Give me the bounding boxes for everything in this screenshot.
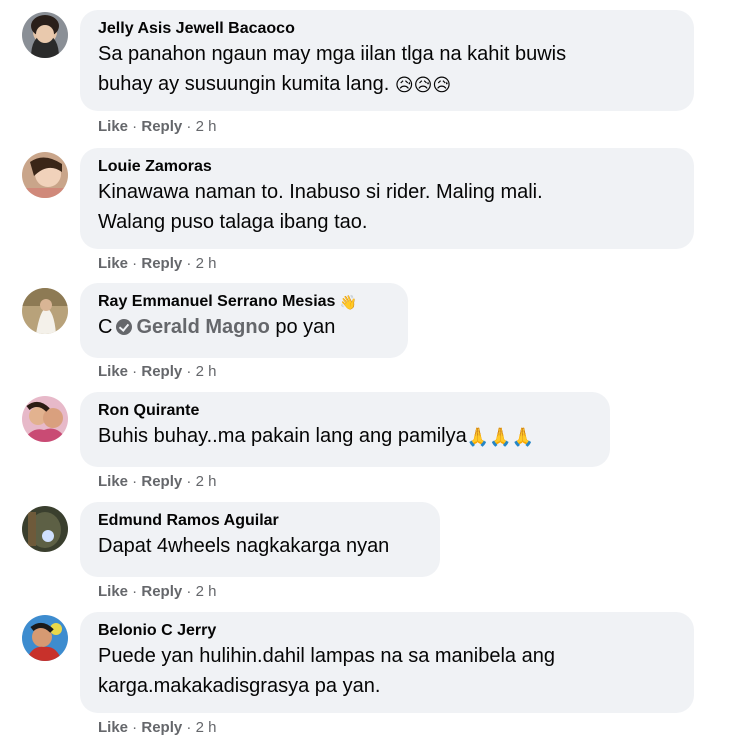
comment-text-line: Walang puso talaga ibang tao.	[98, 211, 368, 233]
like-link[interactable]: Like	[98, 255, 128, 272]
comment-bubble: Ron Quirante Buhis buhay..ma pakain lang…	[80, 392, 610, 467]
comment-text-line: Puede yan hulihin.dahil lampas na sa man…	[98, 645, 555, 667]
like-link[interactable]: Like	[98, 719, 128, 736]
like-link[interactable]: Like	[98, 473, 128, 490]
comment-actions: Like · Reply · 2 h	[98, 473, 217, 490]
comment-author[interactable]: Jelly Asis Jewell Bacaoco	[98, 19, 676, 39]
praying-hands-emoji: 🙏🙏🙏	[466, 427, 534, 447]
comment-bubble: Louie Zamoras Kinawawa naman to. Inabuso…	[80, 148, 694, 249]
reply-link[interactable]: Reply	[141, 473, 182, 490]
comment-author[interactable]: Ron Quirante	[98, 401, 592, 421]
comment-timestamp[interactable]: 2 h	[196, 583, 217, 600]
avatar[interactable]	[22, 506, 68, 552]
like-link[interactable]: Like	[98, 363, 128, 380]
reply-link[interactable]: Reply	[141, 363, 182, 380]
verified-badge-icon	[116, 319, 133, 335]
comment-actions: Like · Reply · 2 h	[98, 719, 217, 736]
comment-timestamp[interactable]: 2 h	[196, 255, 217, 272]
comment-bubble: Jelly Asis Jewell Bacaoco Sa panahon nga…	[80, 10, 694, 111]
waving-hand-icon: 👋	[339, 294, 358, 310]
comment-bubble: Belonio C Jerry Puede yan hulihin.dahil …	[80, 612, 694, 713]
comment-author[interactable]: Belonio C Jerry	[98, 621, 676, 641]
avatar[interactable]	[22, 152, 68, 198]
comment-timestamp[interactable]: 2 h	[196, 363, 217, 380]
comment-timestamp[interactable]: 2 h	[196, 719, 217, 736]
comment-actions: Like · Reply · 2 h	[98, 583, 217, 600]
comment-text-line: Kinawawa naman to. Inabuso si rider. Mal…	[98, 181, 543, 203]
comment-bubble: Ray Emmanuel Serrano Mesias 👋 C Gerald Ma…	[80, 283, 408, 358]
reply-link[interactable]: Reply	[141, 118, 182, 135]
comment-text-line: C Gerald Magno po yan	[98, 316, 336, 338]
avatar[interactable]	[22, 615, 68, 661]
comment-actions: Like · Reply · 2 h	[98, 118, 217, 135]
comment-text-line: Buhis buhay..ma pakain lang ang pamilya🙏…	[98, 425, 534, 447]
comment-actions: Like · Reply · 2 h	[98, 255, 217, 272]
comment-author[interactable]: Ray Emmanuel Serrano Mesias 👋	[98, 292, 390, 312]
like-link[interactable]: Like	[98, 118, 128, 135]
mention-link[interactable]: Gerald Magno	[136, 316, 269, 338]
comment-timestamp[interactable]: 2 h	[196, 473, 217, 490]
reply-link[interactable]: Reply	[141, 255, 182, 272]
avatar[interactable]	[22, 396, 68, 442]
comment-text-line: Sa panahon ngaun may mga iilan tlga na k…	[98, 43, 567, 65]
reply-link[interactable]: Reply	[141, 583, 182, 600]
like-link[interactable]: Like	[98, 583, 128, 600]
reply-link[interactable]: Reply	[141, 719, 182, 736]
crying-emoji: 😥😥😥	[394, 75, 452, 95]
comment-text-line: karga.makakadisgrasya pa yan.	[98, 675, 381, 697]
avatar[interactable]	[22, 288, 68, 334]
comment-bubble: Edmund Ramos Aguilar Dapat 4wheels nagka…	[80, 502, 440, 577]
comment-actions: Like · Reply · 2 h	[98, 363, 217, 380]
avatar[interactable]	[22, 12, 68, 58]
comment-author[interactable]: Louie Zamoras	[98, 157, 676, 177]
comment-timestamp[interactable]: 2 h	[196, 118, 217, 135]
comment-author[interactable]: Edmund Ramos Aguilar	[98, 511, 422, 531]
comment-text-line: Dapat 4wheels nagkakarga nyan	[98, 535, 390, 557]
comment-text-line: buhay ay susuungin kumita lang. 😥😥😥	[98, 73, 452, 95]
